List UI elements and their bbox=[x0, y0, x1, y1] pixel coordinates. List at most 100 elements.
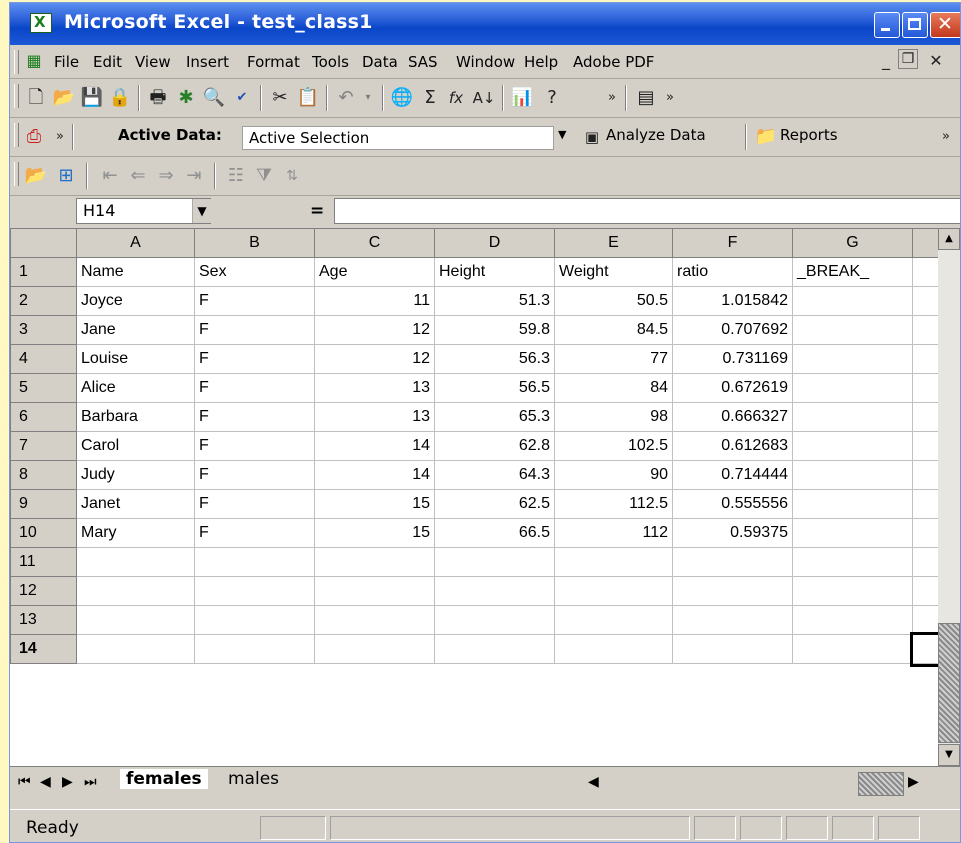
cell[interactable]: 12 bbox=[314, 315, 435, 345]
maximize-button[interactable] bbox=[902, 12, 928, 38]
cell[interactable] bbox=[672, 605, 793, 635]
doc-minimize-icon[interactable]: _ bbox=[874, 49, 898, 73]
open-data-icon[interactable]: 📂 bbox=[24, 164, 48, 188]
cell[interactable]: Mary bbox=[76, 518, 195, 548]
toolbar-grip[interactable] bbox=[14, 162, 19, 186]
column-header-d[interactable]: D bbox=[434, 228, 555, 258]
hscroll-thumb[interactable] bbox=[858, 772, 904, 796]
cell[interactable]: _BREAK_ bbox=[792, 257, 913, 287]
cell[interactable]: 0.672619 bbox=[672, 373, 793, 403]
cell[interactable]: ratio bbox=[672, 257, 793, 287]
cell[interactable] bbox=[672, 634, 793, 664]
cell[interactable]: 11 bbox=[314, 286, 435, 316]
autosum-icon[interactable]: Σ bbox=[418, 86, 442, 110]
hscroll-right-icon[interactable]: ▶ bbox=[908, 774, 919, 790]
cell[interactable]: 112.5 bbox=[554, 489, 673, 519]
menu-format[interactable]: Format bbox=[247, 53, 300, 71]
prev-sheet-icon[interactable]: ◀ bbox=[40, 774, 51, 790]
title-bar[interactable]: Microsoft Excel - test_class1 bbox=[10, 3, 960, 45]
cell[interactable] bbox=[554, 547, 673, 577]
doc-close-icon[interactable]: ✕ bbox=[924, 49, 948, 73]
cell[interactable]: Joyce bbox=[76, 286, 195, 316]
cell[interactable]: Carol bbox=[76, 431, 195, 461]
cell[interactable] bbox=[554, 634, 673, 664]
format-icon[interactable]: ▤ bbox=[634, 86, 658, 110]
hyperlink-icon[interactable]: 🌐 bbox=[390, 86, 414, 110]
menu-window[interactable]: Window bbox=[456, 53, 515, 71]
cell[interactable] bbox=[792, 576, 913, 606]
name-box[interactable]: H14 bbox=[76, 198, 211, 224]
scroll-up-icon[interactable]: ▲ bbox=[938, 228, 960, 250]
menu-insert[interactable]: Insert bbox=[186, 53, 229, 71]
cell[interactable]: F bbox=[194, 431, 315, 461]
insert-function-icon[interactable]: fx bbox=[444, 86, 468, 110]
undo-dropdown-icon[interactable]: ▾ bbox=[356, 86, 380, 110]
sort-ascending-icon[interactable]: A↓ bbox=[472, 86, 496, 110]
menu-sas[interactable]: SAS bbox=[408, 53, 438, 71]
workbook-icon[interactable]: ▦ bbox=[22, 49, 46, 73]
undo-icon[interactable]: ↶ bbox=[334, 86, 358, 110]
cell[interactable]: 98 bbox=[554, 402, 673, 432]
first-sheet-icon[interactable]: ⏮ bbox=[18, 774, 31, 790]
cell[interactable] bbox=[792, 489, 913, 519]
cell[interactable]: 0.707692 bbox=[672, 315, 793, 345]
menu-view[interactable]: View bbox=[135, 53, 171, 71]
cell[interactable]: F bbox=[194, 489, 315, 519]
first-record-icon[interactable]: ⇤ bbox=[98, 164, 122, 188]
cell[interactable]: 14 bbox=[314, 460, 435, 490]
previous-record-icon[interactable]: ⇐ bbox=[126, 164, 150, 188]
menu-file[interactable]: File bbox=[54, 53, 79, 71]
reports-button[interactable]: Reports bbox=[780, 126, 838, 144]
cell[interactable] bbox=[194, 576, 315, 606]
cell[interactable] bbox=[434, 634, 555, 664]
cell[interactable]: Weight bbox=[554, 257, 673, 287]
cell[interactable]: F bbox=[194, 402, 315, 432]
cell[interactable] bbox=[792, 605, 913, 635]
cell[interactable] bbox=[194, 547, 315, 577]
cell[interactable]: 15 bbox=[314, 489, 435, 519]
menu-tools[interactable]: Tools bbox=[312, 53, 349, 71]
cell[interactable] bbox=[792, 373, 913, 403]
cell[interactable] bbox=[194, 605, 315, 635]
column-header-f[interactable]: F bbox=[672, 228, 793, 258]
scroll-down-icon[interactable]: ▼ bbox=[938, 744, 960, 766]
cell[interactable] bbox=[434, 576, 555, 606]
cell[interactable] bbox=[314, 605, 435, 635]
cell[interactable]: 13 bbox=[314, 373, 435, 403]
cell[interactable] bbox=[672, 547, 793, 577]
cell[interactable]: F bbox=[194, 315, 315, 345]
cell[interactable] bbox=[76, 634, 195, 664]
research-icon[interactable]: ✱ bbox=[174, 86, 198, 110]
cell[interactable]: Jane bbox=[76, 315, 195, 345]
cell[interactable]: Age bbox=[314, 257, 435, 287]
cell[interactable]: F bbox=[194, 344, 315, 374]
menu-data[interactable]: Data bbox=[362, 53, 398, 71]
cell[interactable]: 84.5 bbox=[554, 315, 673, 345]
menu-edit[interactable]: Edit bbox=[93, 53, 122, 71]
cell[interactable]: 51.3 bbox=[434, 286, 555, 316]
properties-icon[interactable]: ☷ bbox=[224, 164, 248, 188]
cell[interactable] bbox=[792, 315, 913, 345]
cell[interactable]: 64.3 bbox=[434, 460, 555, 490]
excel-app-icon[interactable] bbox=[30, 13, 52, 33]
spelling-icon[interactable]: ✔ bbox=[230, 86, 254, 110]
row-header[interactable]: 9 bbox=[10, 489, 77, 519]
cell[interactable]: 56.5 bbox=[434, 373, 555, 403]
row-header[interactable]: 12 bbox=[10, 576, 77, 606]
cell[interactable] bbox=[314, 576, 435, 606]
chart-wizard-icon[interactable]: 📊 bbox=[510, 86, 534, 110]
row-header[interactable]: 8 bbox=[10, 460, 77, 490]
cell[interactable]: Name bbox=[76, 257, 195, 287]
cell[interactable]: 15 bbox=[314, 518, 435, 548]
cell[interactable]: 62.8 bbox=[434, 431, 555, 461]
toolbar-grip[interactable] bbox=[14, 84, 19, 108]
cell[interactable]: 66.5 bbox=[434, 518, 555, 548]
active-data-combo[interactable]: Active Selection bbox=[242, 126, 554, 150]
cell[interactable] bbox=[554, 576, 673, 606]
cell[interactable] bbox=[792, 286, 913, 316]
cell[interactable]: 14 bbox=[314, 431, 435, 461]
cell[interactable] bbox=[434, 605, 555, 635]
cell[interactable]: 0.555556 bbox=[672, 489, 793, 519]
cell[interactable]: 0.714444 bbox=[672, 460, 793, 490]
toolbar-options-icon[interactable]: » bbox=[48, 125, 72, 149]
